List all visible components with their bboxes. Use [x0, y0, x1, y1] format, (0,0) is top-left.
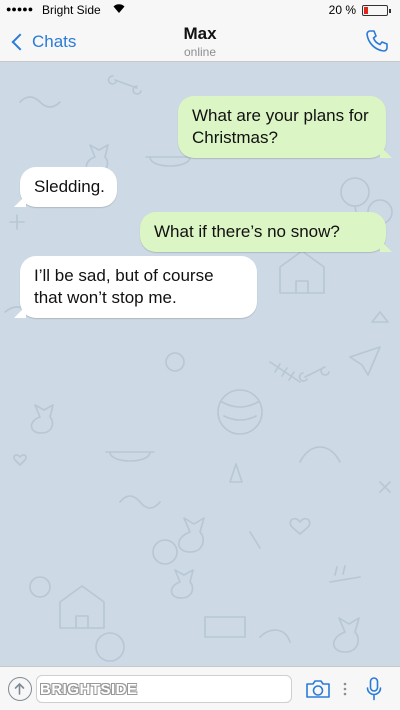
signal-strength-icon: ●●●●● — [6, 4, 34, 14]
battery-level — [364, 7, 368, 14]
message-text: What are your plans for Christmas? — [192, 106, 369, 147]
more-options-icon[interactable] — [343, 677, 347, 701]
message-bubble-outgoing[interactable]: What are your plans for Christmas? — [178, 96, 392, 158]
battery-percentage: 20 % — [328, 3, 356, 17]
message-bubble-incoming[interactable]: Sledding. — [14, 167, 117, 207]
camera-icon — [306, 680, 330, 698]
microphone-button[interactable] — [364, 675, 384, 703]
attach-button[interactable] — [8, 677, 32, 701]
contact-title[interactable]: Max online — [0, 24, 400, 59]
contact-status: online — [183, 45, 217, 59]
message-input[interactable] — [36, 675, 292, 703]
message-text: I’ll be sad, but of course that won’t st… — [34, 266, 214, 307]
message-bubble-outgoing[interactable]: What if there’s no snow? — [140, 212, 392, 252]
message-text: What if there’s no snow? — [154, 222, 340, 241]
message-list[interactable]: What are your plans for Christmas? Sledd… — [0, 62, 400, 666]
camera-button[interactable] — [304, 677, 332, 701]
phone-icon — [366, 30, 388, 52]
call-button[interactable] — [364, 28, 390, 54]
carrier-name: Bright Side — [42, 3, 101, 17]
battery-icon — [362, 5, 391, 16]
message-bubble-incoming[interactable]: I’ll be sad, but of course that won’t st… — [14, 256, 257, 318]
message-text: Sledding. — [34, 177, 105, 196]
message-composer: BRIGHTSIDE — [0, 666, 400, 710]
status-bar: ●●●●● Bright Side 20 % — [0, 0, 400, 22]
attach-icon — [14, 682, 25, 695]
wifi-icon — [112, 2, 126, 17]
microphone-icon — [366, 677, 382, 701]
chat-header: Chats Max online — [0, 22, 400, 62]
contact-name: Max — [183, 24, 217, 43]
